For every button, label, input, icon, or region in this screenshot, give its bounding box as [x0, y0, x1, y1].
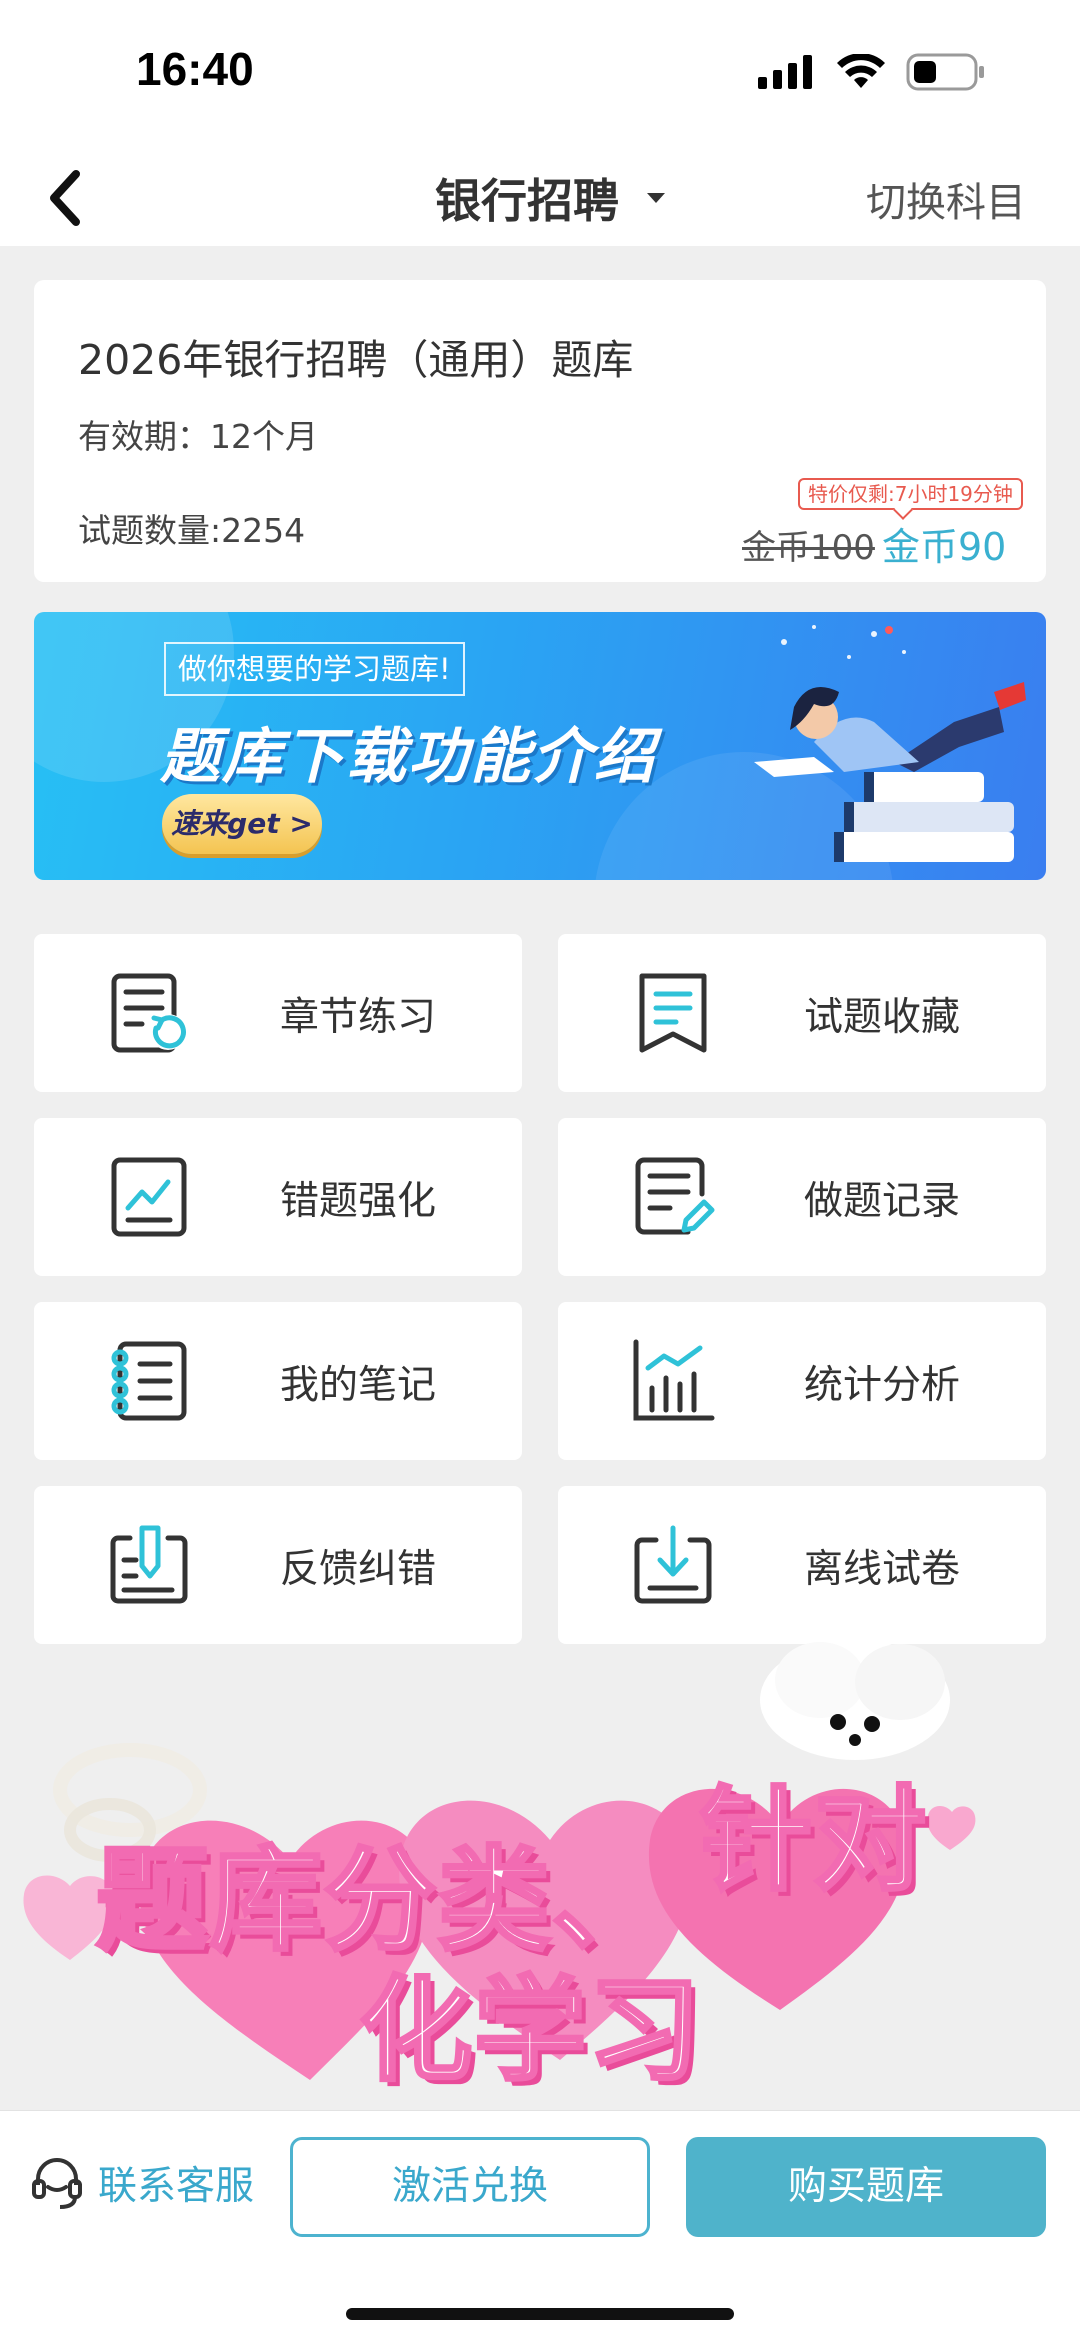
status-time: 16:40 — [136, 43, 254, 95]
validity-period: 有效期：12个月 — [78, 417, 318, 456]
record-edit-icon — [635, 1157, 715, 1235]
banner-tagline: 做你想要的学习题库! — [164, 642, 465, 696]
bottom-action-bar: 联系客服 激活兑换 购买题库 — [0, 2110, 1080, 2255]
switch-subject-button[interactable]: 切换科目 — [866, 170, 1026, 228]
headset-icon — [32, 2158, 82, 2209]
contact-support-button[interactable]: 联系客服 — [30, 2155, 254, 2211]
feature-label: 错题强化 — [280, 1179, 437, 1224]
wifi-icon — [837, 54, 885, 88]
status-icons — [756, 52, 986, 92]
question-count: 试题数量:2254 — [78, 511, 306, 550]
subject-selector[interactable]: 银行招聘 — [435, 165, 619, 231]
promo-countdown-badge: 特价仅剩:7小时19分钟 — [798, 478, 1023, 510]
banner-cta-button[interactable]: 速来get > — [162, 794, 322, 854]
contact-support-label: 联系客服 — [98, 2164, 255, 2209]
buy-question-bank-button[interactable]: 购买题库 — [686, 2137, 1046, 2237]
feature-chapter-practice[interactable]: 章节练习 — [34, 934, 522, 1092]
original-price: 金币100 — [742, 528, 875, 568]
banner-headline: 题库下载功能介绍 — [160, 722, 656, 792]
feature-records[interactable]: 做题记录 — [558, 1118, 1046, 1276]
feature-label: 做题记录 — [804, 1179, 961, 1224]
feature-label: 离线试卷 — [804, 1547, 961, 1592]
back-button[interactable] — [26, 160, 102, 236]
chevron-left-icon — [50, 170, 80, 226]
home-indicator[interactable] — [346, 2308, 734, 2320]
status-bar: 16:40 — [0, 0, 1080, 150]
statistics-bar-chart-icon — [633, 1339, 715, 1421]
feature-label: 反馈纠错 — [280, 1547, 437, 1592]
feature-label: 试题收藏 — [804, 995, 961, 1040]
signal-icon — [758, 55, 812, 89]
chapter-practice-icon — [111, 973, 186, 1053]
question-bank-info-card: 2026年银行招聘（通用）题库 有效期：12个月 试题数量:2254 特价仅剩:… — [34, 280, 1046, 582]
bookmark-icon — [639, 973, 707, 1053]
feature-label: 章节练习 — [280, 995, 437, 1040]
nav-bar: 银行招聘 切换科目 — [0, 150, 1080, 246]
reading-girl-illustration — [754, 625, 1026, 862]
battery-icon — [906, 53, 984, 91]
download-feature-banner[interactable]: 做你想要的学习题库! 题库下载功能介绍 速来get > — [34, 612, 1046, 880]
feature-feedback[interactable]: 反馈纠错 — [34, 1486, 522, 1644]
feature-label: 统计分析 — [804, 1363, 961, 1408]
notebook-icon — [111, 1341, 187, 1421]
promo-decoration: 题库分类、 针对 化学习 — [0, 1640, 1080, 2110]
activate-redeem-button[interactable]: 激活兑换 — [290, 2137, 650, 2237]
feature-label: 我的笔记 — [280, 1363, 437, 1408]
sale-price: 金币90 — [882, 525, 1007, 569]
download-icon — [634, 1525, 712, 1604]
feature-wrong-questions[interactable]: 错题强化 — [34, 1118, 522, 1276]
wrong-question-chart-icon — [111, 1157, 187, 1237]
home-indicator-area — [0, 2255, 1080, 2341]
decoration-text-line2: 针对 — [698, 1774, 928, 1908]
feedback-icon — [110, 1525, 188, 1604]
feature-statistics[interactable]: 统计分析 — [558, 1302, 1046, 1460]
decoration-text-line3: 化学习 — [358, 1964, 702, 2098]
caret-down-icon[interactable] — [647, 193, 665, 203]
feature-offline-papers[interactable]: 离线试卷 — [558, 1486, 1046, 1644]
feature-notes[interactable]: 我的笔记 — [34, 1302, 522, 1460]
feature-favorites[interactable]: 试题收藏 — [558, 934, 1046, 1092]
question-bank-title: 2026年银行招聘（通用）题库 — [78, 336, 634, 384]
